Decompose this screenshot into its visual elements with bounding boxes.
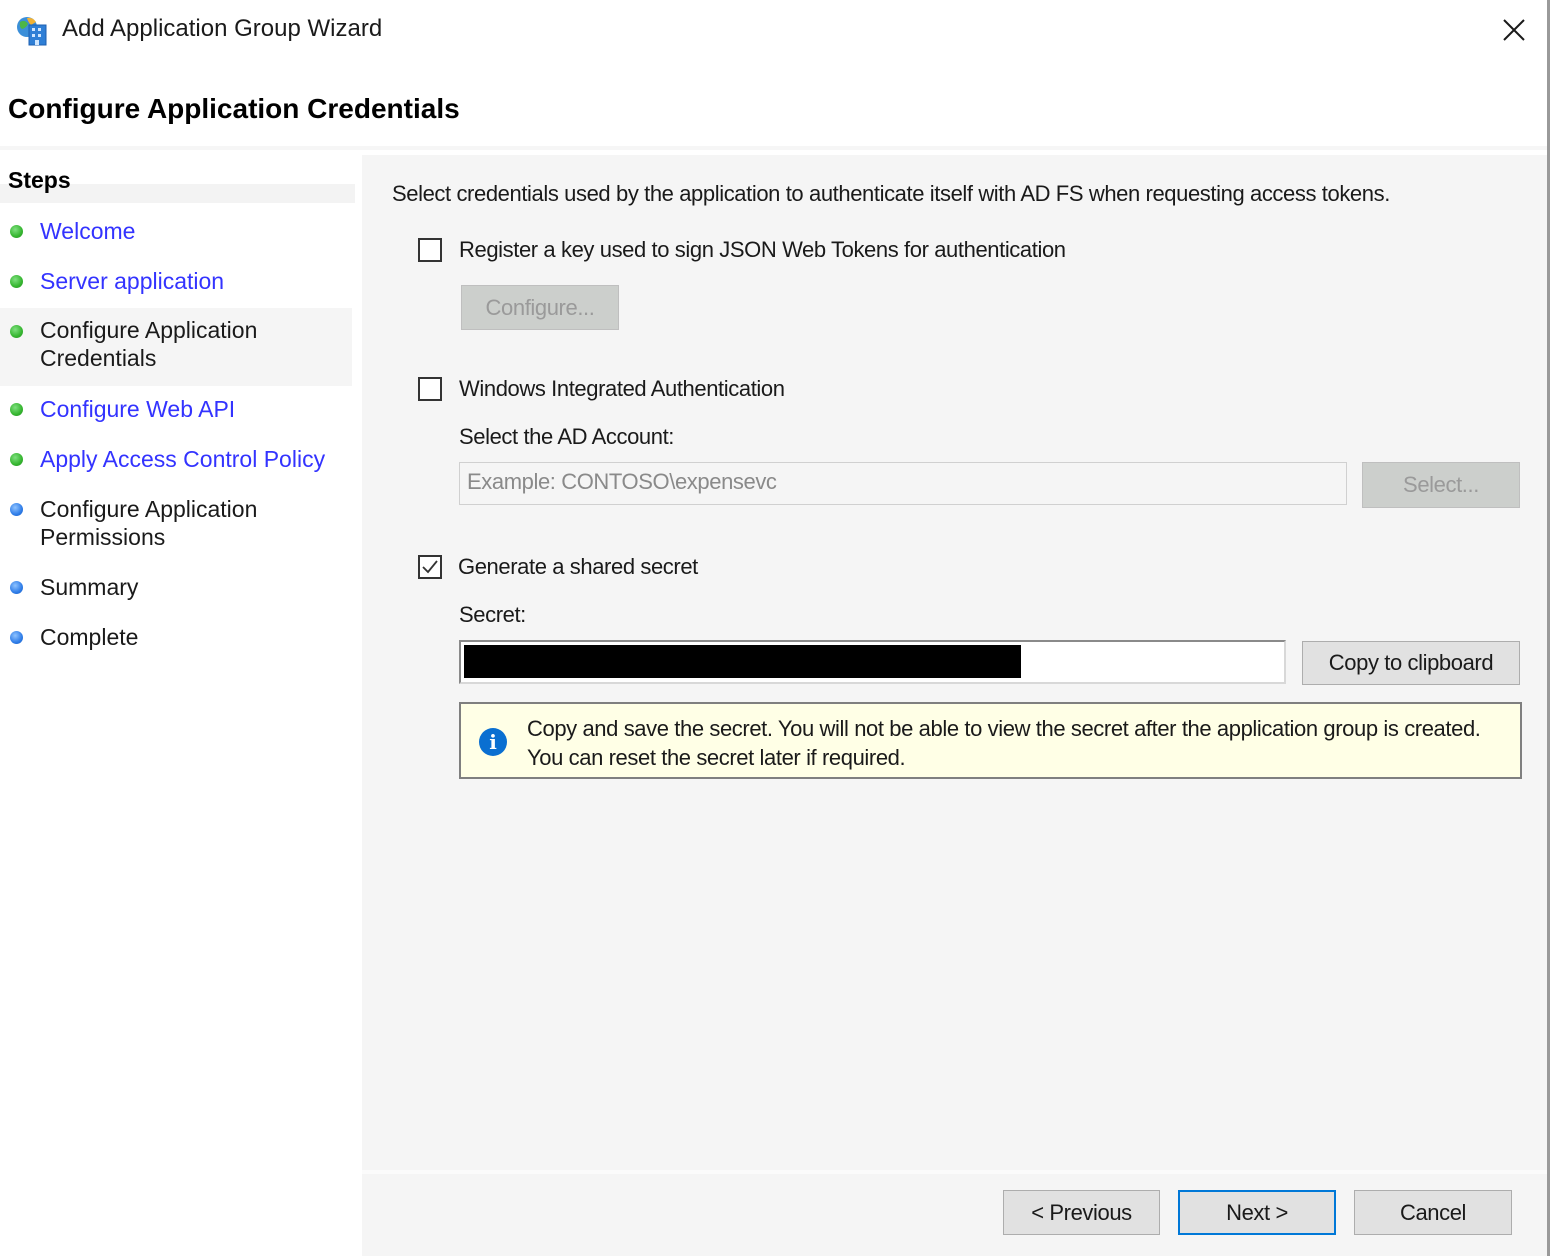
- step-completed-icon: [10, 453, 23, 466]
- window-title: Add Application Group Wizard: [62, 15, 383, 42]
- secret-label: Secret:: [459, 602, 526, 627]
- generate-shared-secret-label: Generate a shared secret: [458, 554, 698, 579]
- steps-header: Steps: [0, 155, 355, 203]
- step-welcome[interactable]: Welcome: [0, 215, 352, 251]
- credentials-panel: Select credentials used by the applicati…: [362, 155, 1547, 1170]
- step-apply-access-control-policy[interactable]: Apply Access Control Policy: [0, 443, 352, 479]
- generate-shared-secret-checkbox[interactable]: [418, 555, 442, 579]
- step-label[interactable]: Configure Web API: [40, 395, 340, 423]
- close-button[interactable]: [1490, 8, 1538, 52]
- jwt-key-checkbox[interactable]: [418, 238, 442, 262]
- step-summary: Summary: [0, 571, 352, 607]
- cancel-button[interactable]: Cancel: [1354, 1190, 1512, 1235]
- panel-divider: [355, 150, 362, 1256]
- ad-account-input[interactable]: Example: CONTOSO\expensevc: [459, 462, 1347, 505]
- step-label[interactable]: Apply Access Control Policy: [40, 445, 340, 473]
- secret-redaction: [464, 645, 1021, 678]
- close-icon: [1503, 19, 1525, 41]
- windows-integrated-auth-label: Windows Integrated Authentication: [459, 376, 785, 401]
- wizard-footer: < Previous Next > Cancel: [362, 1174, 1547, 1256]
- step-completed-icon: [10, 225, 23, 238]
- steps-title: Steps: [8, 167, 71, 193]
- step-pending-icon: [10, 631, 23, 644]
- info-icon: i: [479, 728, 507, 756]
- step-server-application[interactable]: Server application: [0, 265, 352, 301]
- previous-button[interactable]: < Previous: [1003, 1190, 1160, 1235]
- application-group-wizard-icon: [16, 16, 48, 46]
- step-pending-icon: [10, 503, 23, 516]
- step-completed-icon: [10, 403, 23, 416]
- page-title: Configure Application Credentials: [8, 93, 460, 124]
- page-header: Configure Application Credentials: [0, 60, 1547, 148]
- intro-text: Select credentials used by the applicati…: [392, 181, 1390, 206]
- checkmark-icon: [422, 560, 438, 574]
- step-label[interactable]: Welcome: [40, 217, 340, 245]
- secret-field[interactable]: [459, 640, 1286, 684]
- copy-to-clipboard-button[interactable]: Copy to clipboard: [1302, 641, 1520, 685]
- steps-panel: Steps Welcome Server application Configu…: [0, 155, 355, 1256]
- step-configure-web-api[interactable]: Configure Web API: [0, 393, 352, 429]
- step-label: Complete: [40, 624, 139, 650]
- ad-account-label: Select the AD Account:: [459, 424, 675, 449]
- step-label: Configure Application Permissions: [40, 496, 258, 550]
- step-configure-application-credentials: Configure Application Credentials: [0, 308, 352, 386]
- select-account-button[interactable]: Select...: [1362, 462, 1520, 508]
- step-complete: Complete: [0, 621, 352, 657]
- step-label: Summary: [40, 574, 139, 600]
- configure-button[interactable]: Configure...: [461, 285, 619, 330]
- step-label[interactable]: Server application: [40, 267, 340, 295]
- step-label: Configure Application Credentials: [40, 317, 258, 371]
- title-bar: Add Application Group Wizard: [0, 0, 1547, 60]
- next-button[interactable]: Next >: [1178, 1190, 1336, 1235]
- secret-info-box: i Copy and save the secret. You will not…: [459, 702, 1522, 779]
- secret-info-text: Copy and save the secret. You will not b…: [527, 716, 1481, 770]
- header-divider: [0, 146, 1547, 150]
- step-current-icon: [10, 325, 23, 338]
- jwt-key-label: Register a key used to sign JSON Web Tok…: [459, 237, 1066, 262]
- step-configure-application-permissions: Configure Application Permissions: [0, 493, 352, 555]
- step-pending-icon: [10, 581, 23, 594]
- windows-integrated-auth-checkbox[interactable]: [418, 377, 442, 401]
- step-completed-icon: [10, 275, 23, 288]
